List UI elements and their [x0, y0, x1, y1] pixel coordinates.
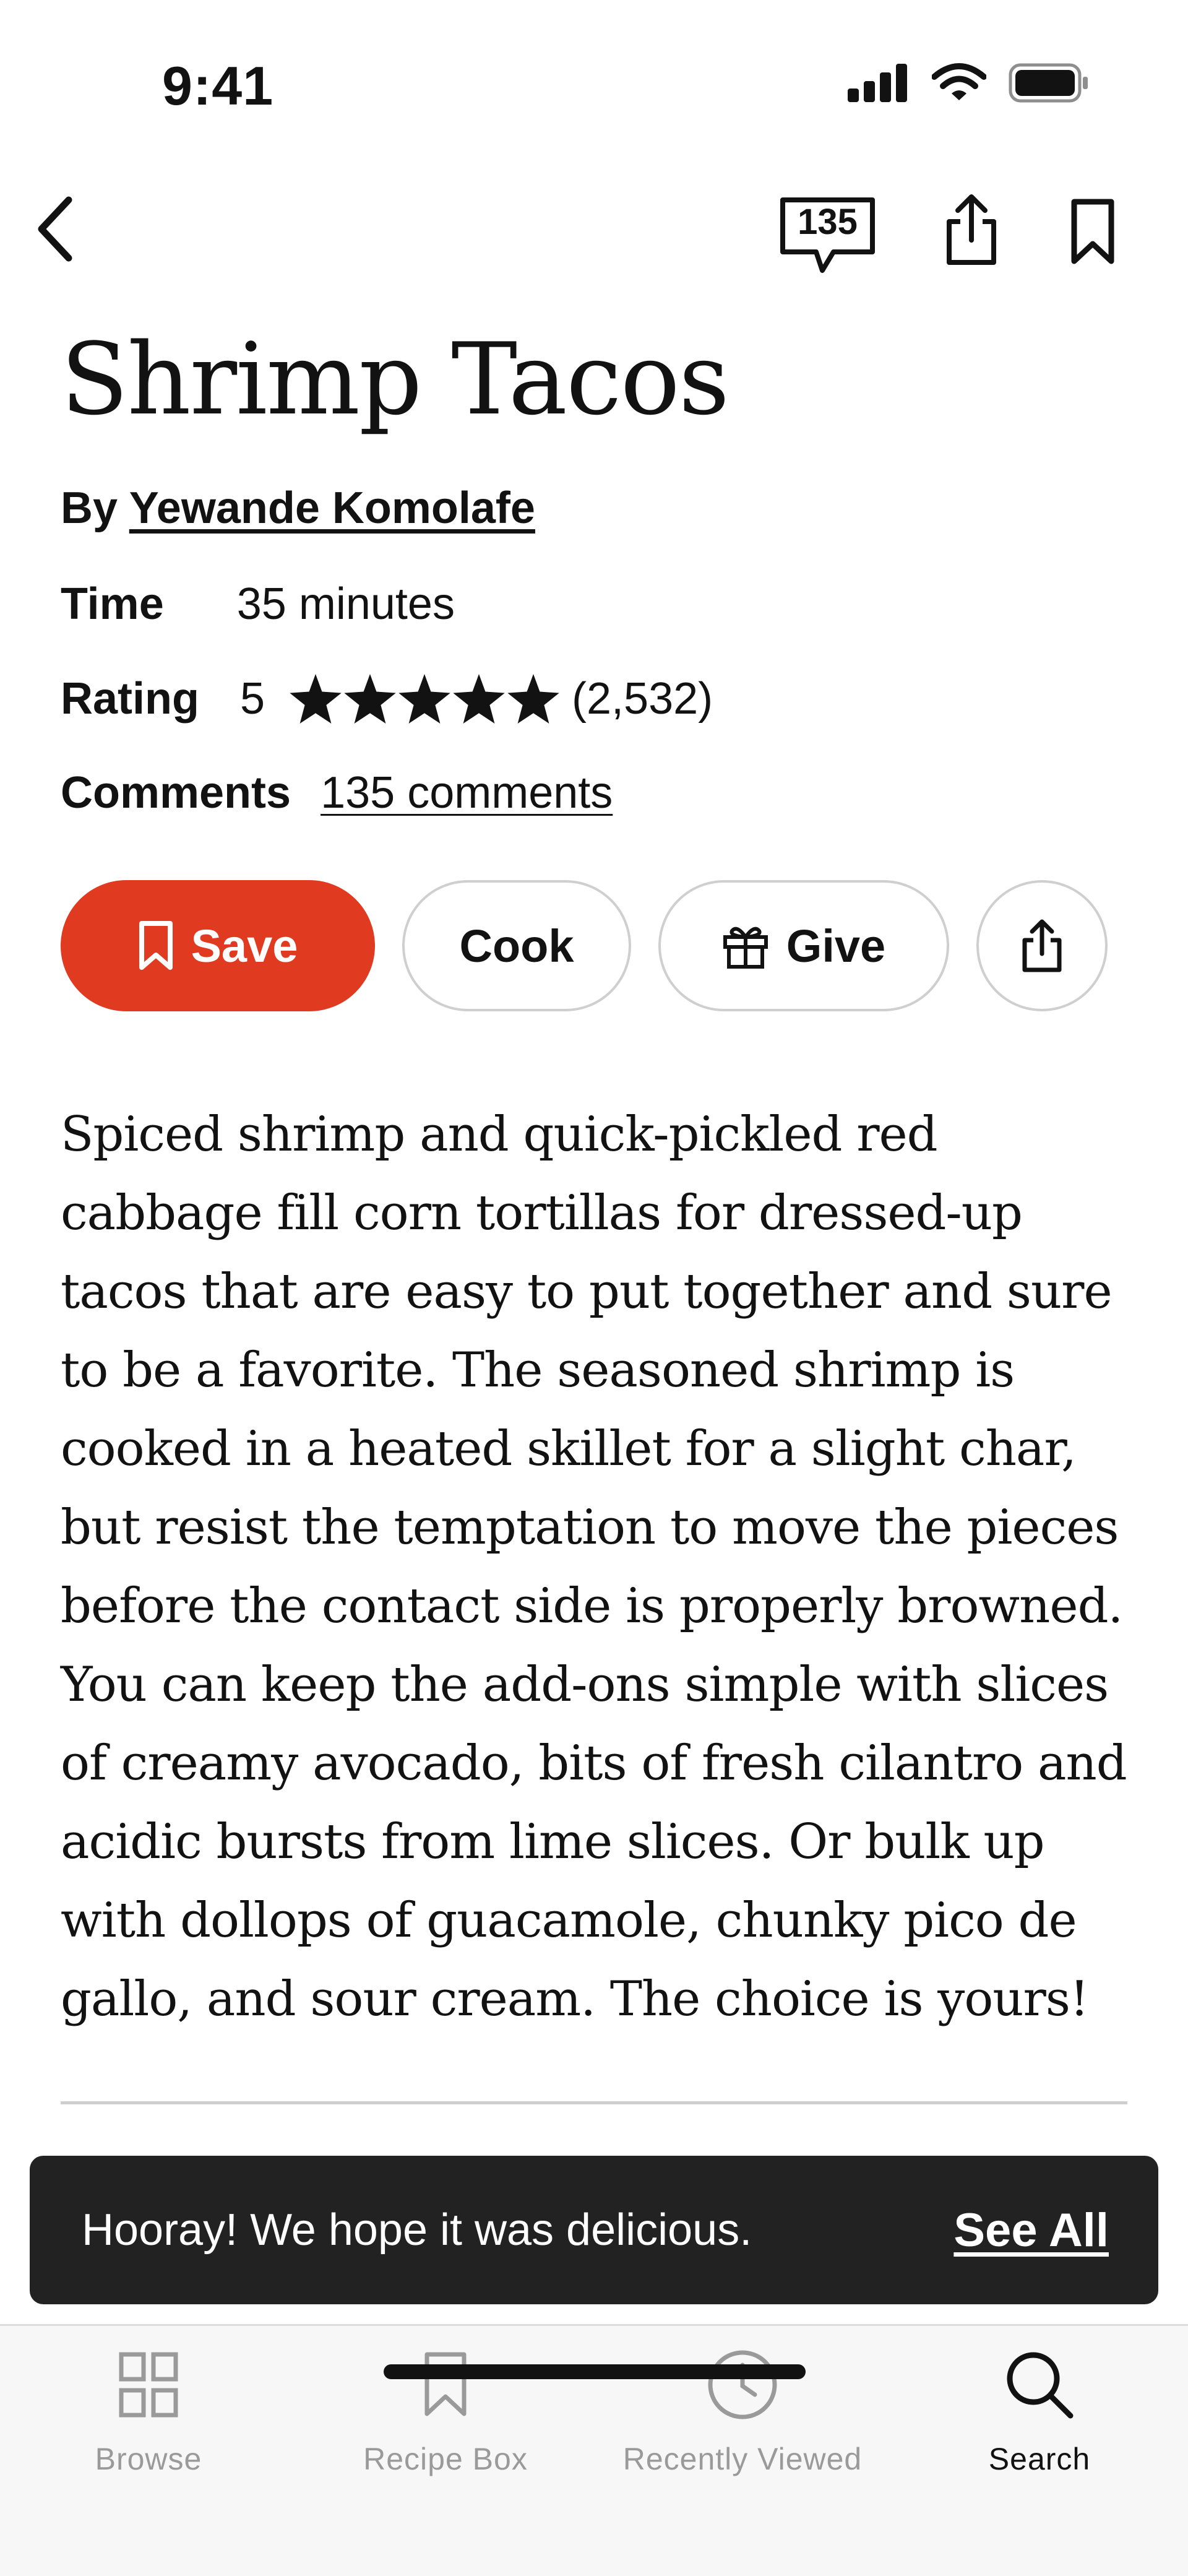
recipe-page: 9:41 135 Shrimp Tacos By Yewande Komolaf…: [0, 0, 1188, 2576]
see-all-link[interactable]: See All: [953, 2203, 1109, 2257]
time-row: Time 35 minutes: [61, 579, 455, 629]
rating-row: Rating 5 (2,532): [61, 673, 713, 724]
byline-prefix: By: [61, 483, 118, 533]
toast-message: Hooray! We hope it was delicious.: [82, 2205, 752, 2255]
share-action-button[interactable]: [976, 880, 1108, 1011]
star-icon: [344, 674, 396, 724]
clock-icon: [708, 2350, 777, 2419]
recipe-title: Shrimp Tacos: [61, 321, 730, 437]
bookmark-icon: [424, 2352, 467, 2416]
time-value: 35 minutes: [236, 579, 455, 629]
author-link[interactable]: Yewande Komolafe: [129, 483, 535, 533]
comments-link[interactable]: 135 comments: [321, 767, 613, 818]
battery-icon: [1009, 63, 1088, 103]
rating-label: Rating: [61, 674, 199, 724]
status-time: 9:41: [162, 55, 274, 116]
share-icon: [947, 194, 996, 265]
tab-label: Search: [988, 2442, 1091, 2476]
save-label: Save: [191, 920, 298, 972]
bookmark-icon: [1071, 199, 1114, 264]
rating-stars: [290, 674, 559, 724]
status-icons: [848, 63, 1089, 103]
comments-label: Comments: [61, 768, 291, 818]
search-icon: [1007, 2352, 1074, 2419]
bookmark-button[interactable]: [1056, 192, 1130, 272]
byline: By Yewande Komolafe: [61, 483, 535, 534]
tab-search[interactable]: Search: [891, 2345, 1188, 2477]
share-button[interactable]: [934, 189, 1009, 269]
wifi-icon: [932, 63, 986, 100]
gift-icon: [723, 927, 768, 969]
rating-value: 5: [239, 674, 265, 724]
give-label: Give: [786, 920, 886, 972]
star-icon: [453, 674, 505, 724]
rating-count: (2,532): [572, 674, 713, 724]
cook-label: Cook: [459, 920, 574, 972]
tab-label: Recipe Box: [363, 2442, 528, 2476]
save-button[interactable]: Save: [61, 880, 375, 1011]
give-button[interactable]: Give: [658, 880, 949, 1011]
star-icon: [507, 674, 559, 724]
action-buttons: Save Cook Give: [61, 880, 1108, 1011]
comments-row: Comments 135 comments: [61, 767, 613, 818]
tab-label: Recently Viewed: [622, 2442, 863, 2476]
grid-icon: [119, 2352, 178, 2418]
share-icon: [1022, 919, 1062, 972]
recipe-description: Spiced shrimp and quick-pickled red cabb…: [61, 1107, 1127, 2027]
divider: [61, 2101, 1127, 2104]
bookmark-icon: [139, 921, 173, 970]
cook-button[interactable]: Cook: [402, 880, 631, 1011]
star-icon: [398, 674, 450, 724]
tab-label: Browse: [95, 2442, 202, 2476]
comment-count: 135: [798, 202, 858, 242]
time-label: Time: [61, 579, 164, 629]
back-button[interactable]: [19, 192, 93, 266]
toast-notification: Hooray! We hope it was delicious. See Al…: [30, 2156, 1158, 2304]
comments-button[interactable]: 135: [777, 195, 879, 275]
cellular-signal-icon: [848, 64, 907, 102]
star-icon: [290, 674, 342, 724]
chevron-left-icon: [38, 196, 72, 262]
tab-bar: Browse Recipe Box Recently Viewed Search: [0, 2324, 1188, 2576]
nav-bar: 135: [0, 179, 1188, 279]
tab-browse[interactable]: Browse: [0, 2345, 297, 2477]
status-bar: 9:41: [0, 0, 1188, 155]
home-indicator: [384, 2364, 806, 2379]
